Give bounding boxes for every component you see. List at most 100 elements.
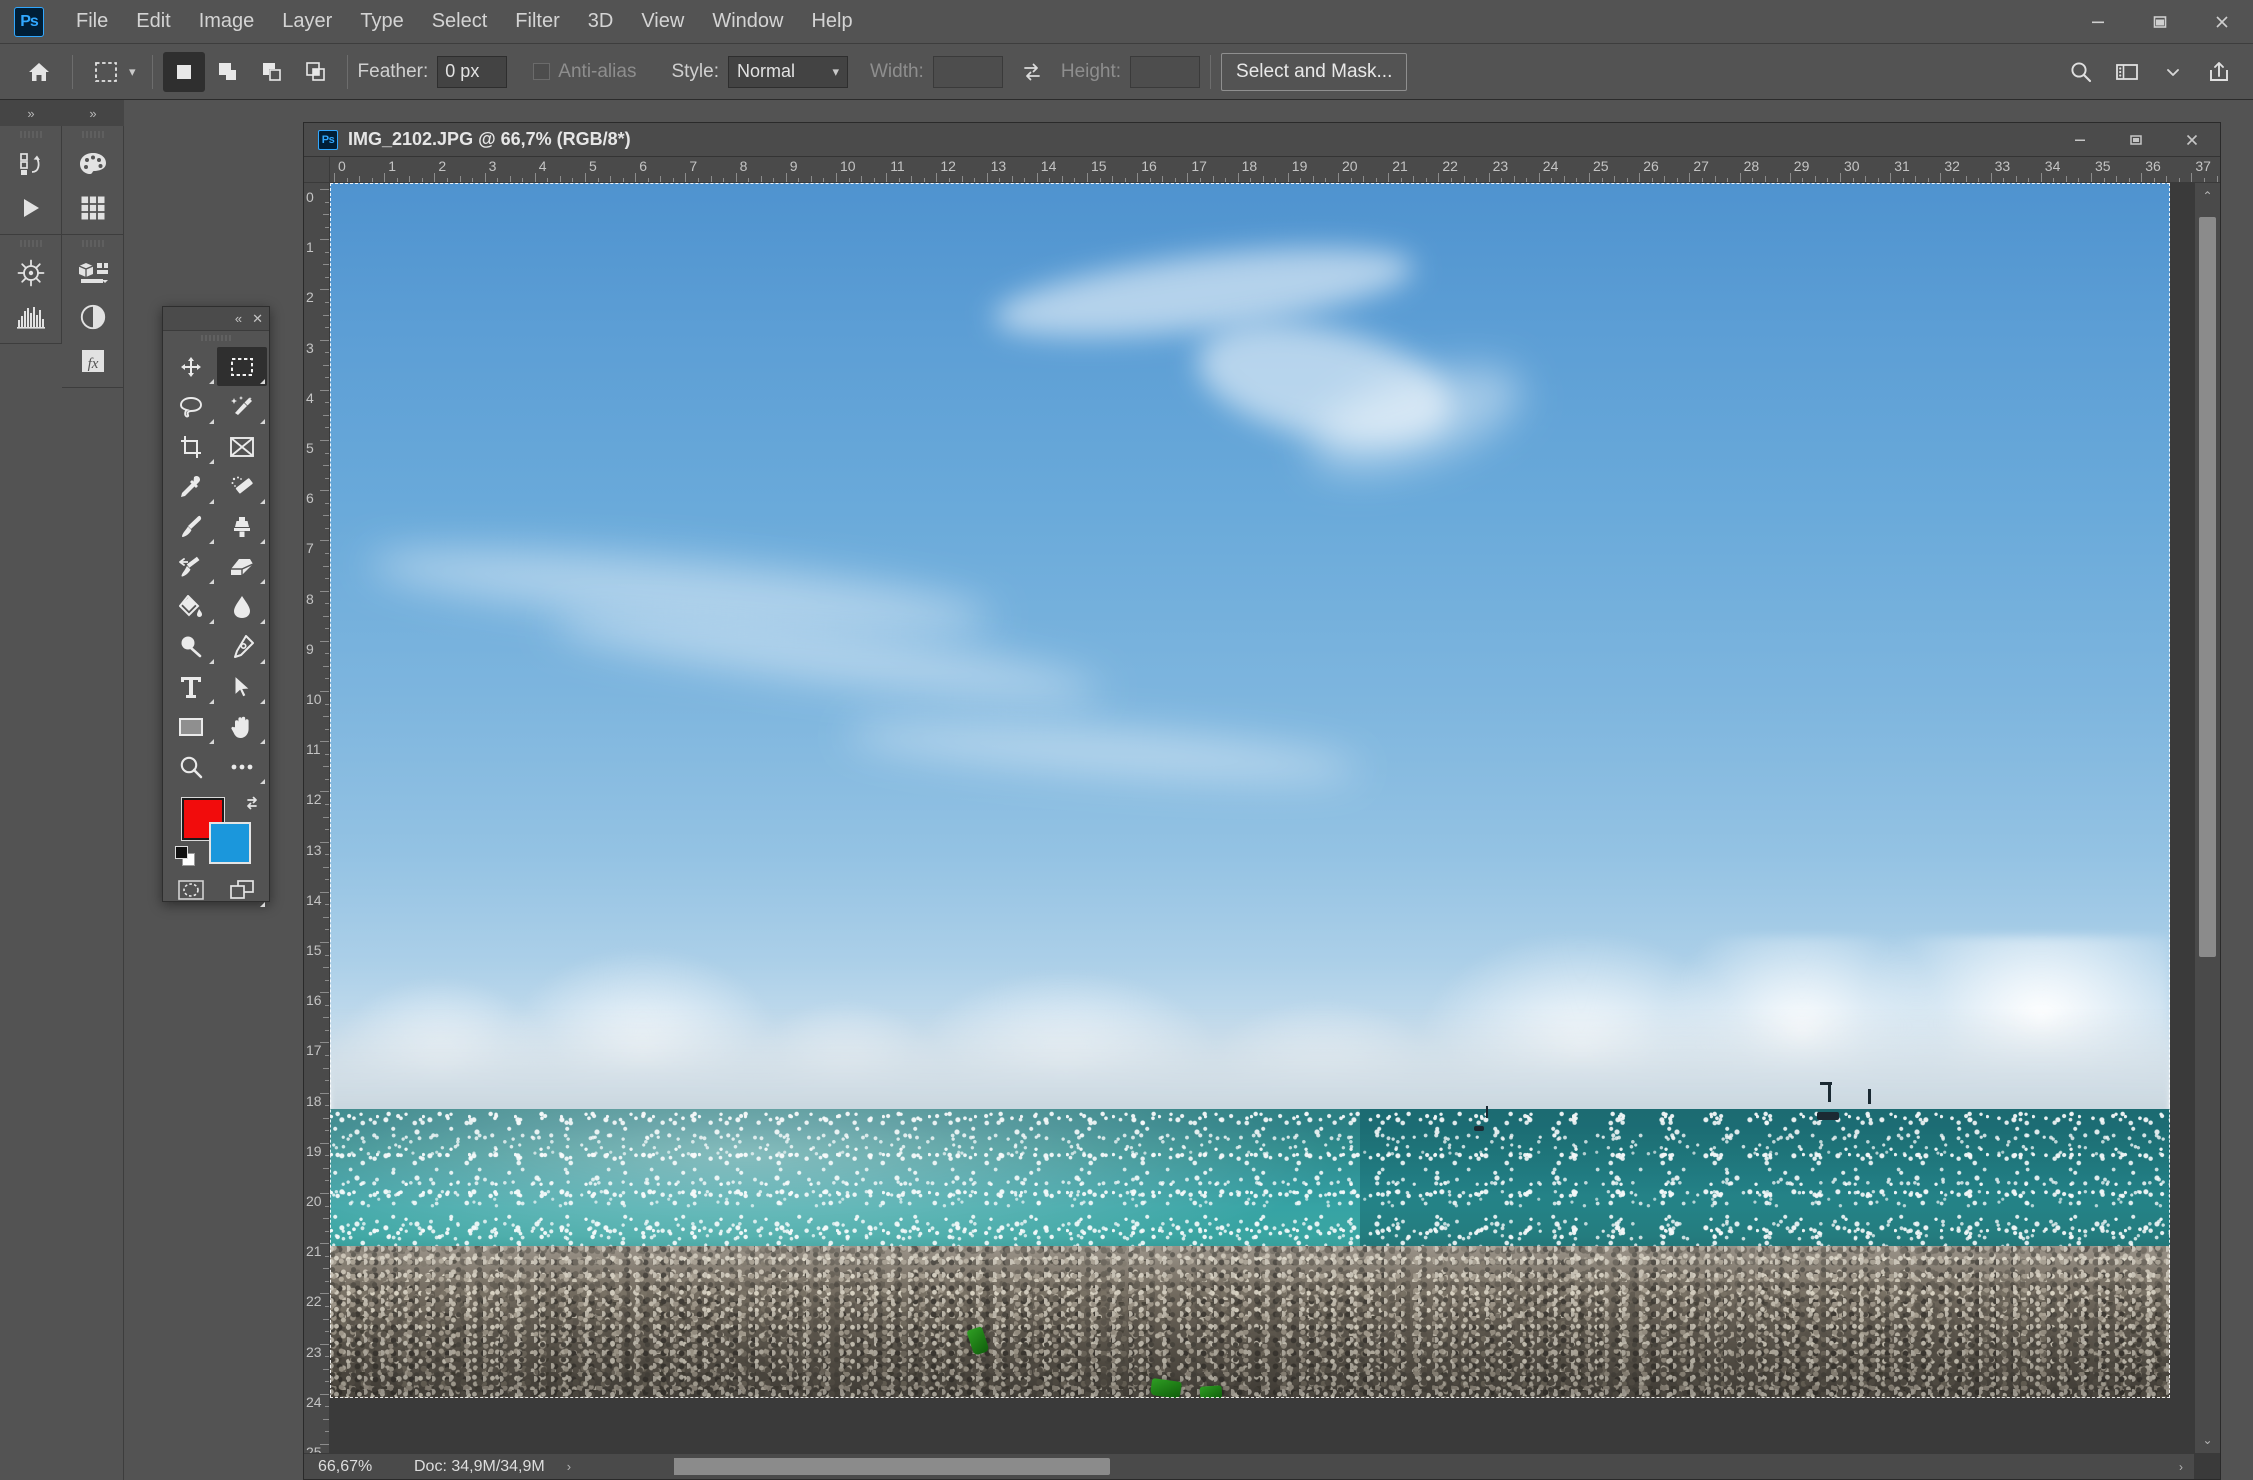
menu-file[interactable]: File [62, 6, 122, 37]
width-input[interactable] [932, 55, 1003, 88]
window-close-button[interactable] [2191, 0, 2253, 44]
actions-play-icon[interactable] [0, 186, 62, 230]
status-zoom-level[interactable]: 66,67% [318, 1458, 414, 1476]
feather-input[interactable] [437, 55, 508, 88]
history-panel-icon[interactable] [0, 142, 62, 186]
search-icon[interactable] [2059, 51, 2103, 93]
tools-palette-grip[interactable] [163, 331, 269, 345]
tool-flyout-triangle [208, 739, 214, 744]
tools-palette-header[interactable]: « ✕ [163, 307, 269, 331]
dodge-tool[interactable] [166, 627, 216, 666]
ruler-minor-tick [325, 1280, 329, 1282]
move-tool[interactable] [166, 347, 216, 386]
document-minimize-button[interactable] [2052, 123, 2108, 157]
menu-filter[interactable]: Filter [501, 6, 573, 37]
boat-right-rigging [1820, 1082, 1833, 1086]
swap-colors-icon[interactable] [243, 794, 261, 812]
add-to-selection-button[interactable] [207, 52, 249, 92]
document-maximize-button[interactable] [2108, 123, 2164, 157]
crop-tool[interactable] [166, 427, 216, 466]
horizontal-type-tool[interactable] [166, 667, 216, 706]
dock-grip[interactable] [62, 126, 123, 142]
workspace-switcher-icon[interactable] [2105, 51, 2149, 93]
zoom-tool[interactable] [166, 747, 216, 786]
expand-panels-a-button[interactable]: » [0, 100, 62, 126]
select-and-mask-button[interactable]: Select and Mask... [1221, 52, 1408, 91]
history-brush-tool[interactable] [166, 547, 216, 586]
window-maximize-button[interactable] [2129, 0, 2191, 44]
eyedropper-tool[interactable] [166, 467, 216, 506]
adjustments-panel-icon[interactable] [62, 295, 124, 339]
canvas-area[interactable] [330, 183, 2220, 1479]
ruler-minor-tick [325, 377, 329, 379]
vertical-ruler[interactable]: 0 1 2 3 4 5 6 7 8 9 10 11 12 13 14 15 16 17 18 19 20 21 22 23 24… [304, 183, 330, 1479]
blur-tool[interactable] [217, 587, 267, 626]
chevron-down-icon[interactable] [2151, 51, 2195, 93]
lasso-tool[interactable] [166, 387, 216, 426]
navigator-panel-icon[interactable] [0, 251, 62, 295]
ruler-label: 23 [306, 1343, 322, 1360]
expand-panels-b-button[interactable]: » [62, 100, 124, 126]
ruler-corner[interactable] [304, 157, 330, 183]
home-icon[interactable] [16, 51, 62, 93]
intersect-with-selection-button[interactable] [295, 52, 337, 92]
background-color-swatch[interactable] [209, 822, 251, 864]
pen-tool[interactable] [217, 627, 267, 666]
default-colors-icon[interactable] [175, 846, 197, 868]
menu-window[interactable]: Window [698, 6, 797, 37]
clone-stamp-tool[interactable] [217, 507, 267, 546]
dock-grip[interactable] [0, 126, 61, 142]
menu-layer[interactable]: Layer [268, 6, 346, 37]
vertical-scrollbar[interactable]: ⌃ ⌄ [2194, 183, 2220, 1453]
dock-grip[interactable] [62, 235, 123, 251]
eraser-tool[interactable] [217, 547, 267, 586]
canvas-image[interactable] [330, 183, 2170, 1398]
style-select[interactable]: Normal ▾ [727, 55, 848, 88]
menu-view[interactable]: View [627, 6, 698, 37]
share-icon[interactable] [2197, 51, 2241, 93]
horizontal-ruler[interactable]: 0 1 2 3 4 5 6 7 8 9 10 11 12 13 14 15 16 17 18 19 20 21 22 23 24… [330, 157, 2220, 183]
document-close-button[interactable] [2164, 123, 2220, 157]
menu-type[interactable]: Type [346, 6, 417, 37]
hand-tool[interactable] [217, 707, 267, 746]
document-title-bar[interactable]: Ps IMG_2102.JPG @ 66,7% (RGB/8*) [304, 123, 2220, 157]
scroll-right-arrow[interactable]: › [2168, 1454, 2194, 1479]
scroll-up-arrow[interactable]: ⌃ [2195, 183, 2220, 209]
color-panel-icon[interactable] [62, 142, 124, 186]
swap-dimensions-icon[interactable] [1015, 55, 1049, 89]
height-input[interactable] [1130, 55, 1201, 88]
menu-help[interactable]: Help [797, 6, 866, 37]
status-expand-arrow[interactable]: › [567, 1459, 571, 1474]
ruler-minor-tick [723, 178, 725, 182]
menu-edit[interactable]: Edit [122, 6, 184, 37]
subtract-from-selection-button[interactable] [251, 52, 293, 92]
styles-fx-panel-icon[interactable]: fx [62, 339, 124, 383]
collapse-palette-button[interactable]: « [235, 312, 242, 325]
swatches-panel-icon[interactable] [62, 186, 124, 230]
close-palette-button[interactable]: ✕ [252, 312, 263, 325]
menu-image[interactable]: Image [185, 6, 269, 37]
frame-tool[interactable] [217, 427, 267, 466]
gradient-paint-bucket-tool[interactable] [166, 587, 216, 626]
new-selection-button[interactable] [162, 51, 205, 92]
dock-grip[interactable] [0, 235, 61, 251]
tool-preset-picker[interactable]: ▾ [83, 51, 142, 93]
window-minimize-button[interactable] [2067, 0, 2129, 44]
healing-brush-tool[interactable] [217, 467, 267, 506]
brush-tool[interactable] [166, 507, 216, 546]
anti-alias-checkbox[interactable] [533, 63, 551, 80]
histogram-panel-icon[interactable] [0, 295, 62, 339]
menu-3d[interactable]: 3D [574, 6, 628, 37]
quick-selection-tool[interactable] [217, 387, 267, 426]
scroll-down-arrow[interactable]: ⌄ [2195, 1427, 2220, 1453]
screen-mode-icon[interactable] [217, 870, 267, 909]
path-selection-tool[interactable] [217, 667, 267, 706]
quick-mask-mode-icon[interactable] [166, 870, 216, 909]
rectangle-shape-tool[interactable] [166, 707, 216, 746]
vertical-scroll-thumb[interactable] [2199, 217, 2216, 957]
height-label: Height: [1060, 60, 1122, 82]
rectangular-marquee-tool[interactable] [216, 347, 267, 386]
3d-panel-icon[interactable] [62, 251, 124, 295]
edit-toolbar-more-tool[interactable] [217, 747, 267, 786]
menu-select[interactable]: Select [418, 6, 502, 37]
